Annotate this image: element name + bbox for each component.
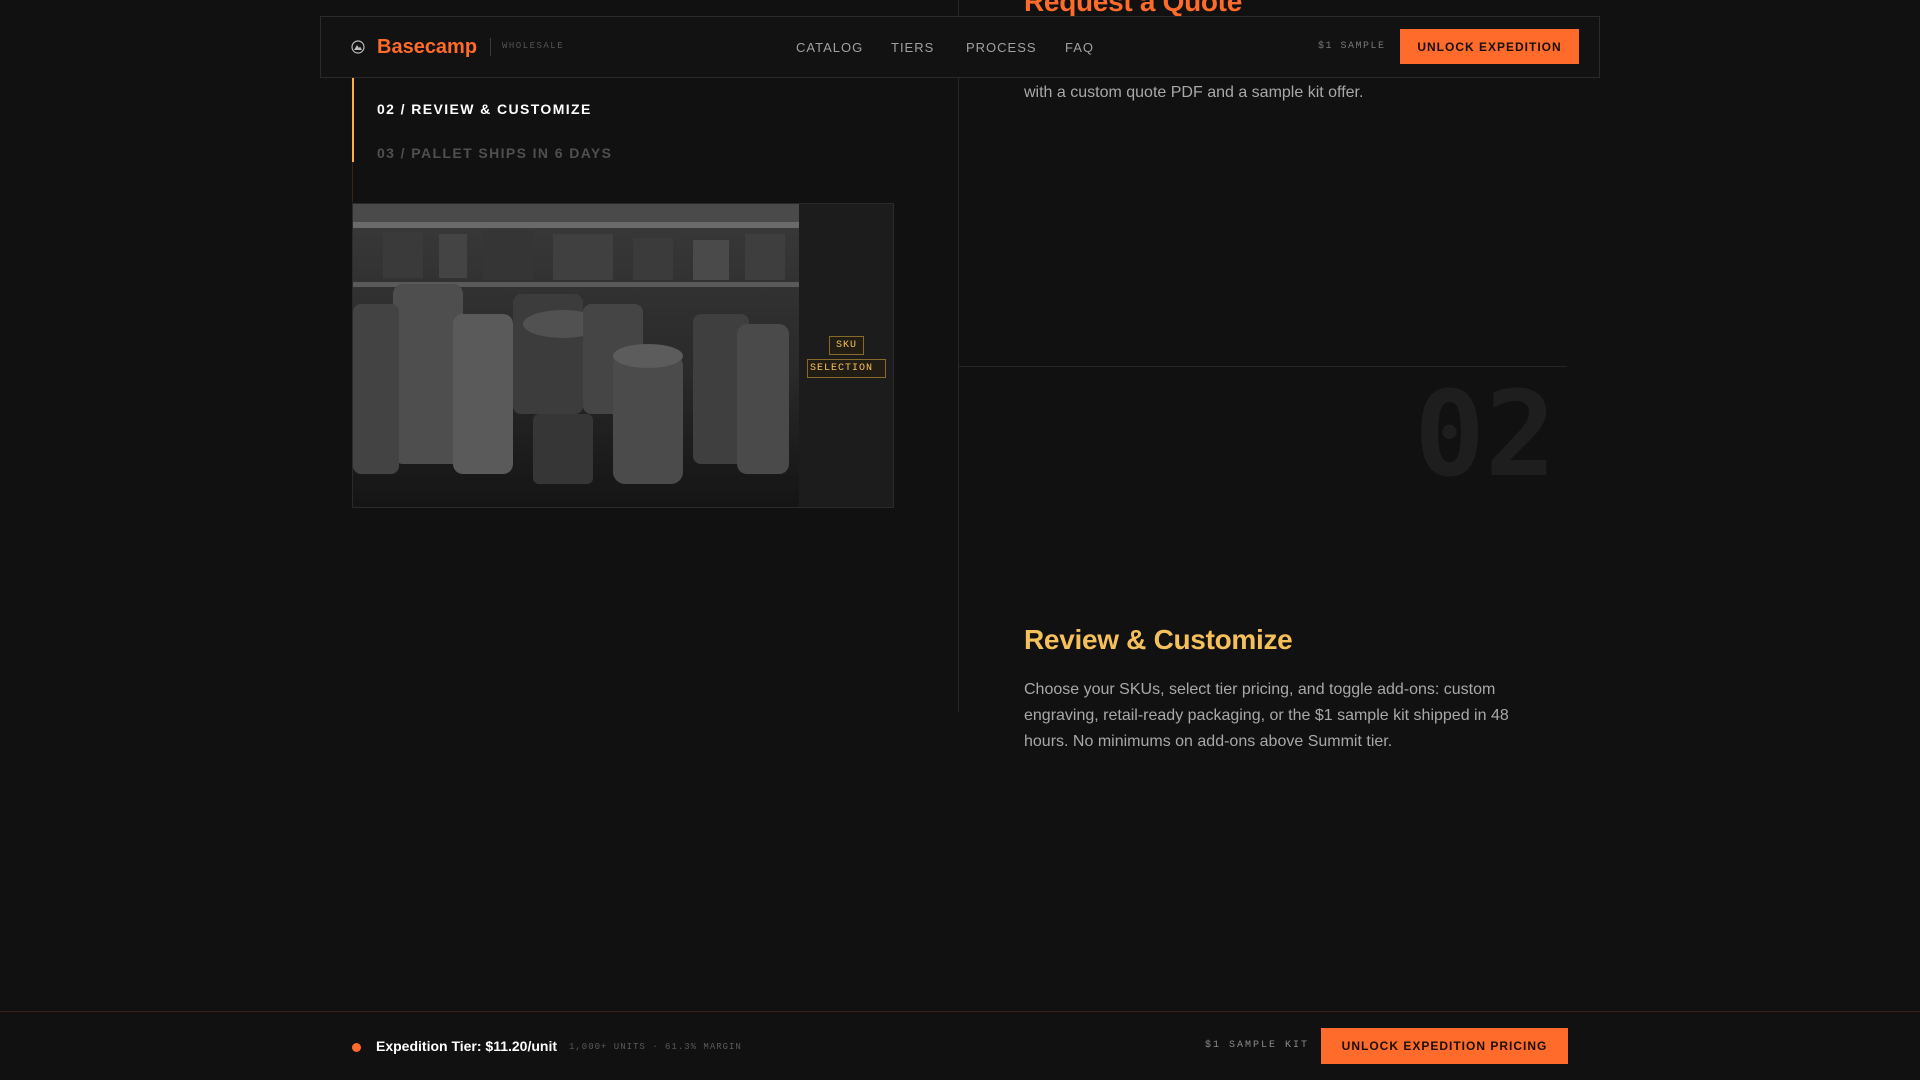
column-divider xyxy=(958,0,959,712)
nav-link-tiers[interactable]: TIERS xyxy=(891,40,934,55)
step-number: 02 xyxy=(1414,365,1557,503)
brand-subtitle: WHOLESALE xyxy=(502,41,565,51)
brand-name[interactable]: Basecamp xyxy=(377,36,477,59)
unlock-pricing-button[interactable]: UNLOCK EXPEDITION PRICING xyxy=(1321,1028,1568,1064)
selection-tag: SELECTION xyxy=(807,359,887,378)
previous-step-description: with a custom quote PDF and a sample kit… xyxy=(1024,84,1364,101)
nav-link-faq[interactable]: FAQ xyxy=(1065,40,1094,55)
progress-indicator-active xyxy=(352,78,354,162)
progress-item-review[interactable]: 02 / REVIEW & CUSTOMIZE xyxy=(377,101,592,117)
progress-indicator-track xyxy=(352,162,353,202)
warehouse-photo xyxy=(353,204,799,507)
unlock-expedition-button[interactable]: UNLOCK EXPEDITION xyxy=(1400,29,1579,64)
progress-item-pallet[interactable]: 03 / PALLET SHIPS IN 6 DAYS xyxy=(377,145,612,161)
step-description: Choose your SKUs, select tier pricing, a… xyxy=(1024,681,1509,750)
sku-tag: SKU xyxy=(829,336,865,355)
sample-price-label: $1 SAMPLE xyxy=(1318,41,1386,52)
brand-separator xyxy=(490,38,491,56)
tier-price-label: Expedition Tier: $11.20/unit xyxy=(376,1038,558,1054)
sample-kit-label: $1 SAMPLE KIT xyxy=(1205,1040,1310,1051)
nav-link-process[interactable]: PROCESS xyxy=(966,40,1037,55)
mountain-logo-icon xyxy=(351,40,365,54)
pricing-bar: Expedition Tier: $11.20/unit 1,000+ UNIT… xyxy=(0,1011,1920,1080)
status-dot-icon xyxy=(352,1043,361,1052)
top-nav: Basecamp WHOLESALE CATALOG TIERS PROCESS… xyxy=(320,16,1600,78)
step-heading: Review & Customize xyxy=(1024,624,1293,655)
nav-link-catalog[interactable]: CATALOG xyxy=(796,40,863,55)
sku-selection-card: SKU SELECTION xyxy=(352,203,894,508)
tier-meta: 1,000+ UNITS · 61.3% MARGIN xyxy=(569,1042,742,1052)
